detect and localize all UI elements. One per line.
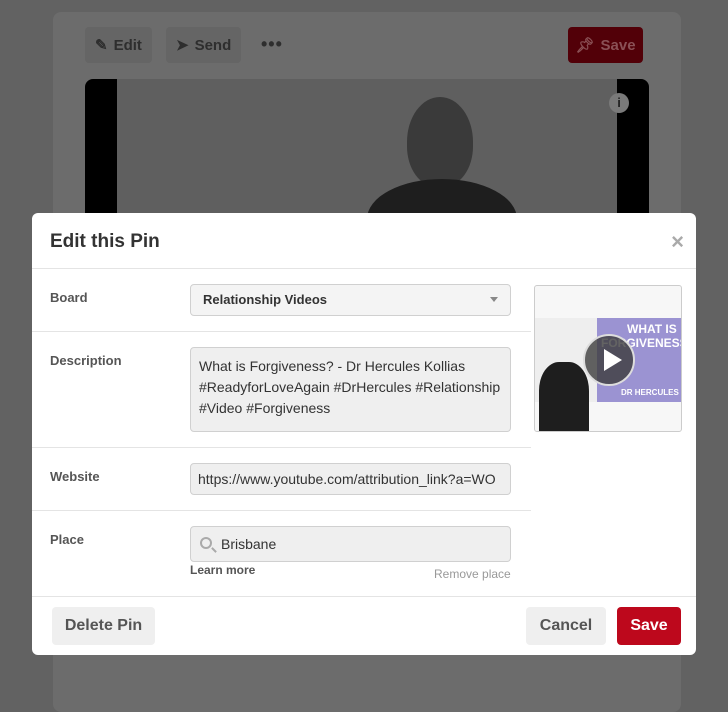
save-button[interactable]: Save [617, 607, 681, 645]
cancel-button[interactable]: Cancel [526, 607, 606, 645]
learn-more-link[interactable]: Learn more [190, 563, 255, 577]
edit-button[interactable]: ✎ Edit [85, 27, 152, 63]
delete-pin-button[interactable]: Delete Pin [52, 607, 155, 645]
place-input[interactable]: Brisbane [190, 526, 511, 562]
remove-place-link[interactable]: Remove place [434, 567, 511, 581]
dialog-title: Edit this Pin [50, 231, 160, 252]
divider [32, 510, 531, 511]
send-icon: ➤ [176, 37, 189, 54]
edit-label: Edit [113, 36, 142, 54]
send-label: Send [194, 36, 232, 54]
save-label: Save [600, 36, 636, 54]
pin-thumbnail: WHAT ISFORGIVENESS?DR HERCULES [534, 285, 682, 432]
thumbnail-person [539, 362, 589, 431]
more-options-button[interactable]: ••• [261, 34, 283, 55]
description-label: Description [50, 353, 122, 368]
website-label: Website [50, 469, 100, 484]
edit-pin-dialog: Edit this Pin × Board Relationship Video… [32, 213, 696, 655]
description-textarea[interactable]: What is Forgiveness? - Dr Hercules Kolli… [190, 347, 511, 432]
send-button[interactable]: ➤ Send [166, 27, 242, 63]
play-icon[interactable] [583, 334, 635, 386]
divider [32, 268, 696, 269]
place-label: Place [50, 532, 84, 547]
board-select[interactable]: Relationship Videos [190, 284, 511, 316]
board-value: Relationship Videos [203, 292, 328, 307]
pencil-icon: ✎ [95, 37, 108, 54]
person-image [407, 97, 473, 187]
info-icon[interactable]: i [609, 93, 629, 113]
divider [32, 596, 696, 597]
chevron-down-icon [490, 297, 498, 302]
place-value: Brisbane [221, 536, 277, 552]
search-icon [200, 537, 212, 549]
thumbnail-subtitle: DR HERCULES [621, 388, 679, 397]
close-icon[interactable]: × [671, 229, 684, 255]
pin-icon: 📌︎ [575, 37, 595, 54]
thumbnail-title-1: WHAT IS [627, 322, 677, 336]
website-input[interactable]: https://www.youtube.com/attribution_link… [190, 463, 511, 495]
pin-save-button[interactable]: 📌︎ Save [568, 27, 643, 63]
divider [32, 447, 531, 448]
divider [32, 331, 531, 332]
board-label: Board [50, 290, 88, 305]
